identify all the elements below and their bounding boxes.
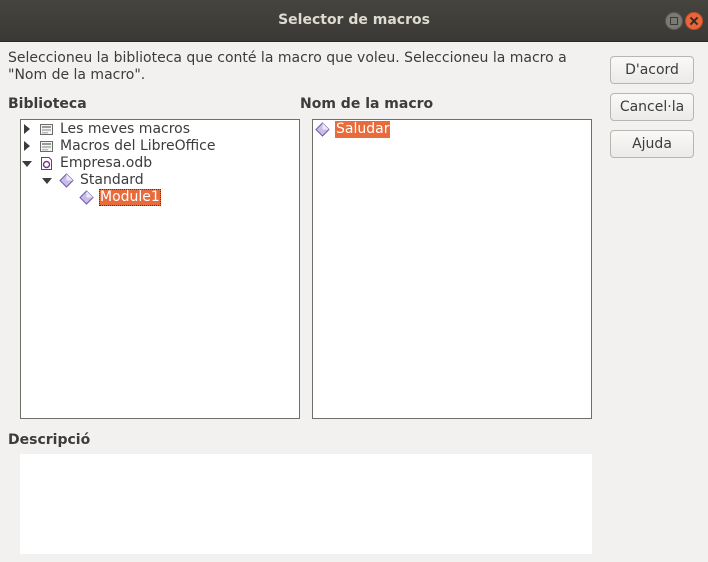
tree-item-label: Macros del LibreOffice — [60, 138, 216, 154]
collapse-arrow-icon[interactable] — [22, 161, 32, 167]
tree-item-module1[interactable]: Module1 — [21, 189, 299, 206]
tree-item-label: Module1 — [99, 189, 161, 206]
macro-item-saludar[interactable]: Saludar — [313, 121, 591, 138]
base-document-icon — [41, 157, 52, 170]
library-label: Biblioteca — [8, 96, 87, 112]
tree-item-label: Empresa.odb — [60, 155, 153, 171]
tree-item-les-meves-macros[interactable]: Les meves macros — [21, 121, 299, 138]
maximize-button[interactable] — [665, 12, 683, 30]
tree-item-empresa-odb[interactable]: Empresa.odb — [21, 155, 299, 172]
tree-item-standard[interactable]: Standard — [21, 172, 299, 189]
title-bar[interactable]: Selector de macros — [0, 0, 708, 42]
tree-item-label: Les meves macros — [60, 121, 191, 137]
macro-name-label: Nom de la macro — [300, 96, 434, 112]
expand-arrow-icon[interactable] — [24, 141, 30, 151]
instructions-text: Seleccioneu la biblioteca que conté la m… — [8, 50, 567, 83]
library-tree[interactable]: Les meves macros Macros del LibreOffice … — [20, 119, 300, 419]
macro-item-label: Saludar — [335, 121, 391, 138]
basic-module-icon — [79, 190, 94, 205]
basic-macro-icon — [315, 122, 330, 137]
macro-selector-dialog: Selector de macros Seleccioneu la biblio… — [0, 0, 708, 562]
window-title: Selector de macros — [278, 12, 430, 28]
tree-item-macros-del-libreoffice[interactable]: Macros del LibreOffice — [21, 138, 299, 155]
ok-button[interactable]: D'acord — [610, 56, 694, 84]
close-button[interactable] — [685, 12, 703, 30]
macro-library-icon — [40, 124, 53, 135]
cancel-button[interactable]: Cancel·la — [610, 93, 694, 121]
collapse-arrow-icon[interactable] — [42, 178, 52, 184]
tree-item-label: Standard — [80, 172, 144, 188]
expand-arrow-icon[interactable] — [24, 124, 30, 134]
description-text — [20, 454, 592, 554]
macro-library-icon — [40, 141, 53, 152]
macro-list[interactable]: Saludar — [312, 119, 592, 419]
help-button[interactable]: Ajuda — [610, 130, 694, 158]
basic-library-icon — [59, 173, 74, 188]
description-label: Descripció — [8, 432, 91, 448]
